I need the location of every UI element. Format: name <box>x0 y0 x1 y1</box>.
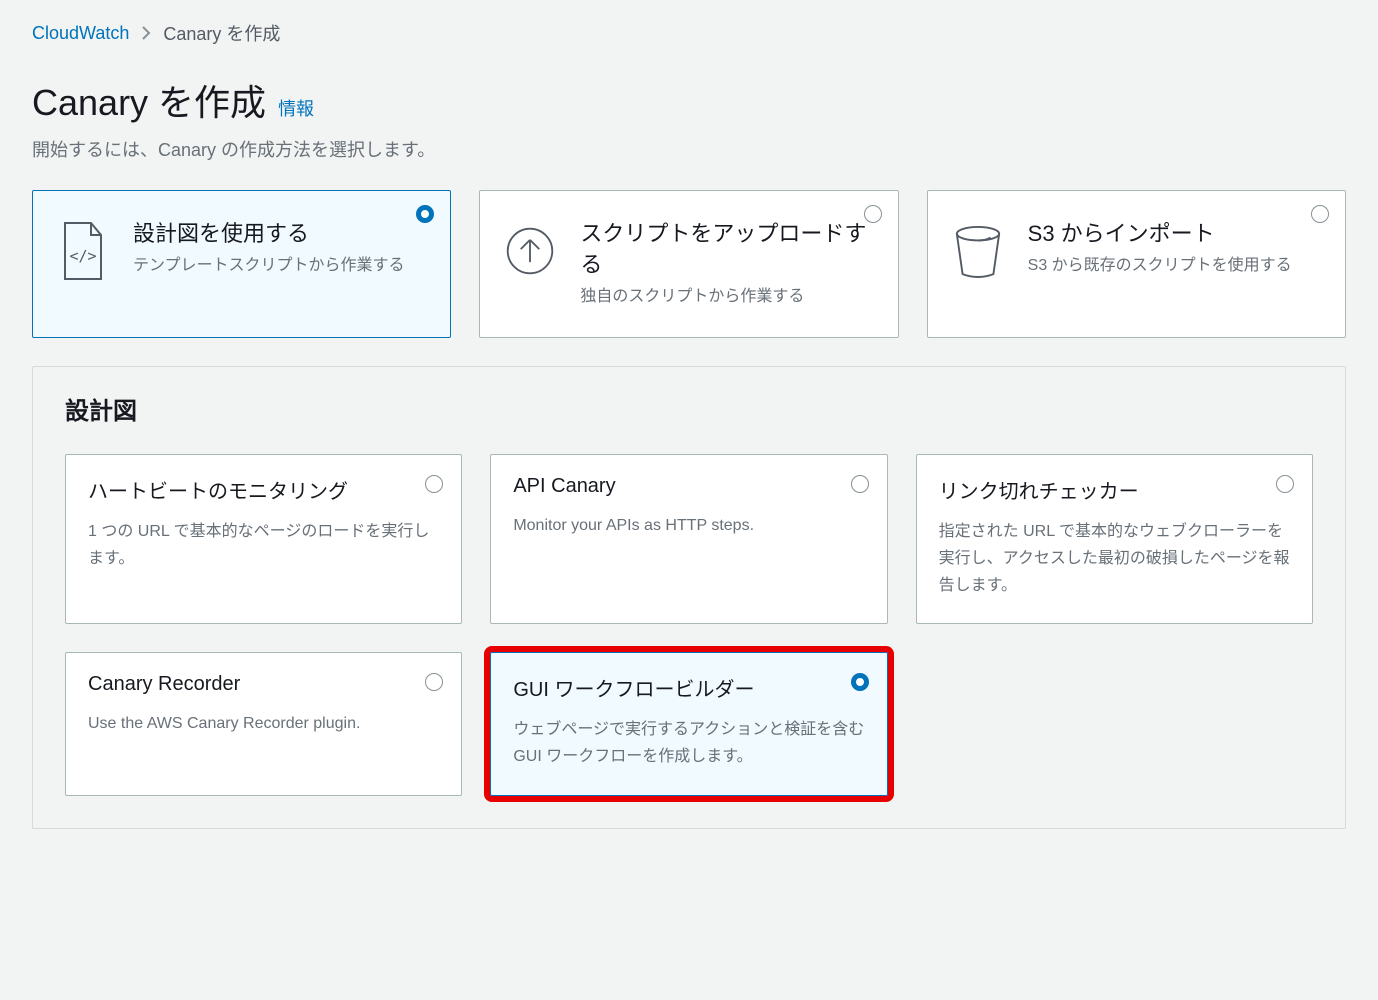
method-title: 設計図を使用する <box>133 219 426 250</box>
blueprints-panel: 設計図 ハートビートのモニタリング 1 つの URL で基本的なページのロードを… <box>32 366 1346 829</box>
breadcrumb: CloudWatch Canary を作成 <box>32 20 1346 46</box>
radio-api[interactable] <box>851 475 869 493</box>
method-desc: S3 から既存のスクリプトを使用する <box>1028 254 1321 278</box>
radio-s3[interactable] <box>1311 205 1329 223</box>
blueprint-desc: 1 つの URL で基本的なページのロードを実行します。 <box>88 518 439 572</box>
blueprint-icon: </> <box>57 219 109 283</box>
blueprint-desc: 指定された URL で基本的なウェブクローラーを実行し、アクセスした最初の破損し… <box>939 518 1290 600</box>
radio-recorder[interactable] <box>425 673 443 691</box>
info-link[interactable]: 情報 <box>278 95 314 121</box>
blueprint-desc: Use the AWS Canary Recorder plugin. <box>88 710 439 737</box>
radio-upload[interactable] <box>864 205 882 223</box>
page-title: Canary を作成 <box>32 74 266 126</box>
chevron-right-icon <box>141 26 151 40</box>
breadcrumb-current: Canary を作成 <box>163 20 280 46</box>
blueprint-title: リンク切れチェッカー <box>939 475 1290 504</box>
method-desc: テンプレートスクリプトから作業する <box>133 254 426 278</box>
blueprint-card-gui-workflow[interactable]: GUI ワークフロービルダー ウェブページで実行するアクションと検証を含む GU… <box>490 652 887 795</box>
blueprint-desc: ウェブページで実行するアクションと検証を含む GUI ワークフローを作成します。 <box>513 716 864 770</box>
blueprint-desc: Monitor your APIs as HTTP steps. <box>513 512 864 539</box>
method-title: S3 からインポート <box>1028 219 1321 250</box>
radio-blueprint[interactable] <box>416 205 434 223</box>
method-card-upload[interactable]: スクリプトをアップロードする 独自のスクリプトから作業する <box>479 190 898 338</box>
bucket-icon <box>952 219 1004 283</box>
method-desc: 独自のスクリプトから作業する <box>580 285 873 309</box>
blueprint-title: ハートビートのモニタリング <box>88 475 439 504</box>
blueprint-card-linkchecker[interactable]: リンク切れチェッカー 指定された URL で基本的なウェブクローラーを実行し、ア… <box>916 454 1313 625</box>
upload-icon <box>504 219 556 283</box>
page-subtitle: 開始するには、Canary の作成方法を選択します。 <box>32 136 1346 162</box>
blueprints-section-title: 設計図 <box>65 391 1313 426</box>
method-title: スクリプトをアップロードする <box>580 219 873 281</box>
radio-gui-workflow[interactable] <box>851 673 869 691</box>
blueprint-card-api[interactable]: API Canary Monitor your APIs as HTTP ste… <box>490 454 887 625</box>
creation-method-group: </> 設計図を使用する テンプレートスクリプトから作業する スクリプトをアップ… <box>32 190 1346 338</box>
blueprint-title: Canary Recorder <box>88 673 439 696</box>
blueprint-title: GUI ワークフロービルダー <box>513 673 864 702</box>
radio-heartbeat[interactable] <box>425 475 443 493</box>
blueprint-title: API Canary <box>513 475 864 498</box>
method-card-s3[interactable]: S3 からインポート S3 から既存のスクリプトを使用する <box>927 190 1346 338</box>
breadcrumb-link-cloudwatch[interactable]: CloudWatch <box>32 23 129 44</box>
blueprint-card-heartbeat[interactable]: ハートビートのモニタリング 1 つの URL で基本的なページのロードを実行しま… <box>65 454 462 625</box>
blueprint-card-recorder[interactable]: Canary Recorder Use the AWS Canary Recor… <box>65 652 462 795</box>
blueprints-grid: ハートビートのモニタリング 1 つの URL で基本的なページのロードを実行しま… <box>33 444 1345 828</box>
svg-text:</>: </> <box>69 247 96 265</box>
radio-linkchecker[interactable] <box>1276 475 1294 493</box>
method-card-blueprint[interactable]: </> 設計図を使用する テンプレートスクリプトから作業する <box>32 190 451 338</box>
